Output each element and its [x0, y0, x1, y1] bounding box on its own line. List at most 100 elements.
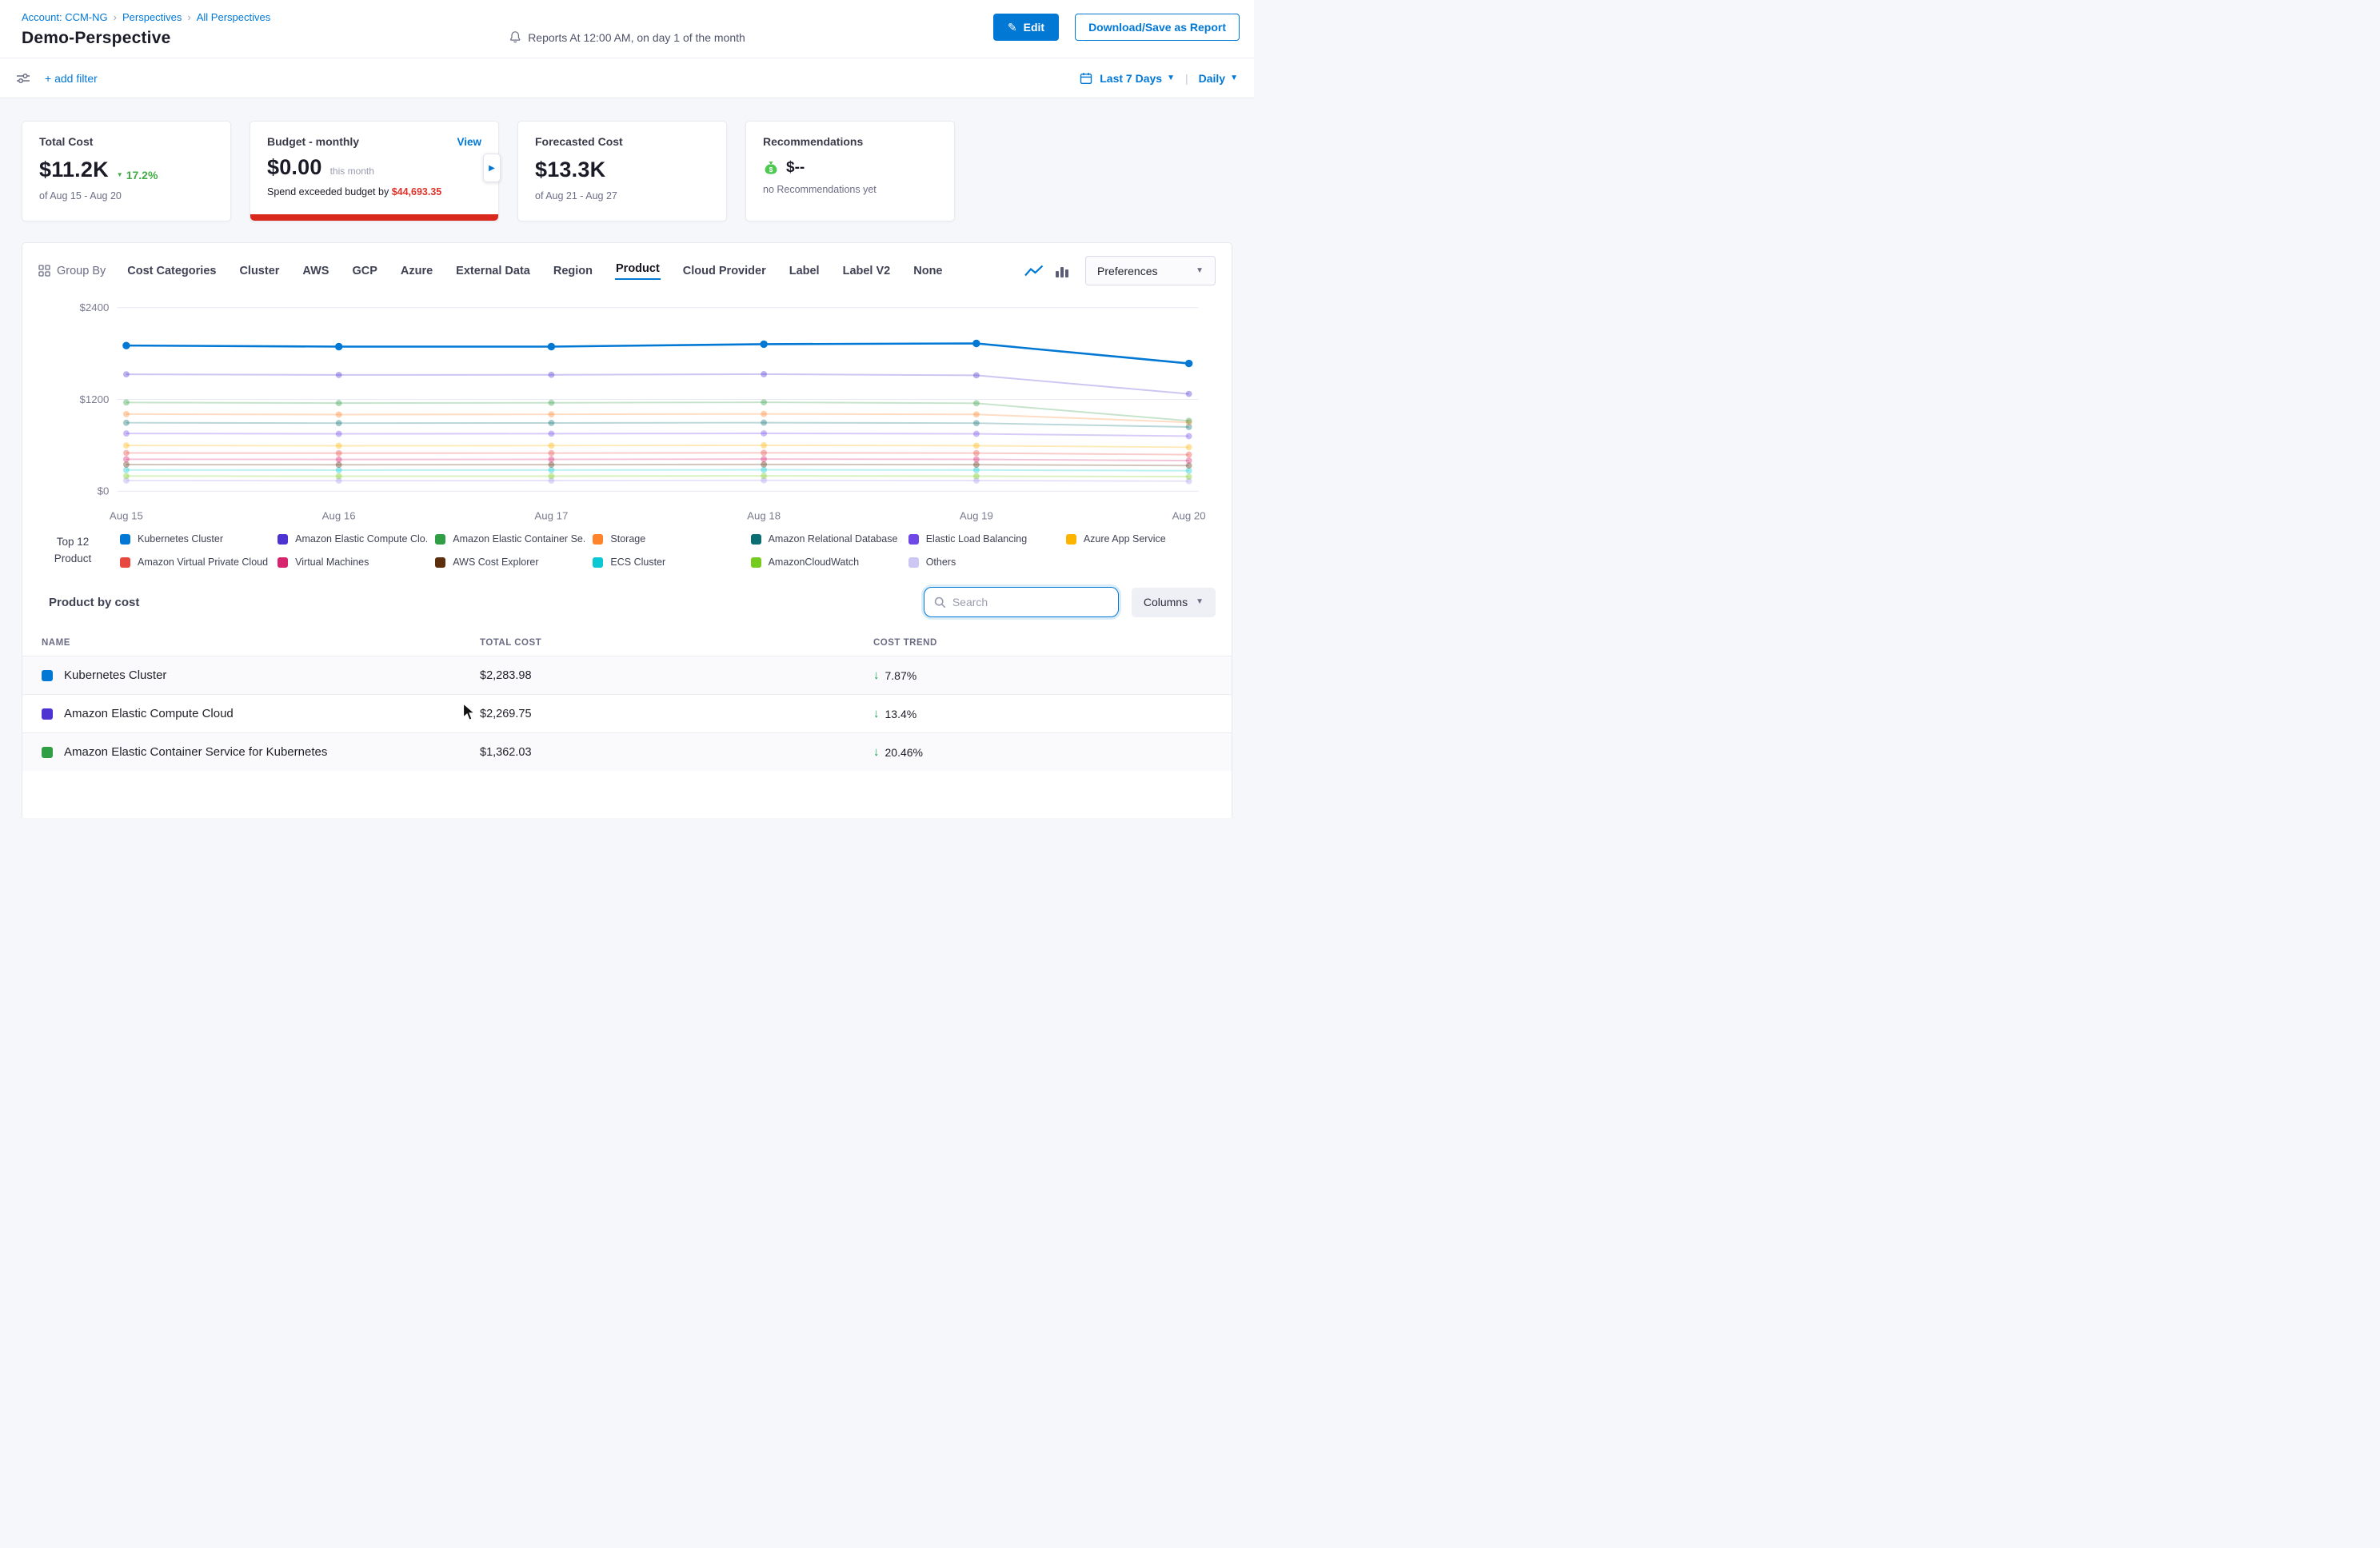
total-cost-value: $2,269.75: [480, 708, 873, 720]
tab-aws[interactable]: AWS: [301, 261, 329, 281]
svg-text:$1200: $1200: [80, 393, 110, 405]
preferences-label: Preferences: [1097, 265, 1157, 277]
header: Account: CCM-NG › Perspectives › All Per…: [0, 0, 1254, 58]
bar-chart-toggle-icon[interactable]: [1055, 264, 1069, 278]
tab-cost-categories[interactable]: Cost Categories: [126, 261, 217, 281]
tab-cluster[interactable]: Cluster: [238, 261, 280, 281]
header-actions: ✎ Edit Download/Save as Report: [993, 14, 1240, 41]
table-row[interactable]: Amazon Elastic Container Service for Kub…: [22, 732, 1232, 771]
search-box: [924, 587, 1119, 617]
tab-external-data[interactable]: External Data: [455, 261, 531, 281]
legend-swatch: [593, 557, 603, 568]
granularity-dropdown[interactable]: Daily ▼: [1199, 72, 1238, 85]
columns-label: Columns: [1144, 596, 1188, 608]
recommendations-value: $--: [786, 159, 805, 177]
recommendations-card: Recommendations $ $-- no Recommendations…: [745, 121, 955, 221]
svg-text:$: $: [769, 166, 773, 174]
tab-gcp[interactable]: GCP: [351, 261, 377, 281]
search-input[interactable]: [952, 596, 1108, 608]
tab-label-v2[interactable]: Label V2: [842, 261, 892, 281]
legend-swatch: [435, 557, 445, 568]
legend-item[interactable]: Kubernetes Cluster: [120, 533, 270, 545]
legend-item[interactable]: Virtual Machines: [278, 557, 427, 568]
breadcrumb-account-link[interactable]: Account: CCM-NG: [22, 11, 108, 23]
column-header-cost-trend[interactable]: COST TREND: [873, 638, 1232, 648]
product-name: Amazon Elastic Container Service for Kub…: [64, 745, 327, 759]
legend-item[interactable]: Others: [908, 557, 1058, 568]
card-title: Forecasted Cost: [535, 135, 709, 148]
chevron-down-icon: ▼: [1196, 598, 1204, 606]
legend-swatch: [593, 534, 603, 545]
columns-button[interactable]: Columns ▼: [1132, 588, 1216, 617]
svg-text:Aug 15: Aug 15: [110, 510, 143, 522]
forecasted-cost-value: $13.3K: [535, 158, 605, 182]
group-by-label: Group By: [38, 265, 106, 277]
legend-item[interactable]: AmazonCloudWatch: [751, 557, 900, 568]
tab-cloud-provider[interactable]: Cloud Provider: [682, 261, 767, 281]
breadcrumb-perspectives-link[interactable]: Perspectives: [122, 11, 182, 23]
legend-item[interactable]: AWS Cost Explorer: [435, 557, 585, 568]
card-title: Recommendations: [763, 135, 937, 148]
table-row[interactable]: Amazon Elastic Compute Cloud$2,269.75↓13…: [22, 694, 1232, 732]
budget-expand-button[interactable]: ▶: [483, 154, 501, 182]
tab-label[interactable]: Label: [789, 261, 821, 281]
legend-label: Kubernetes Cluster: [138, 533, 223, 545]
tab-region[interactable]: Region: [553, 261, 593, 281]
add-filter-button[interactable]: + add filter: [45, 72, 98, 85]
budget-overspend-note: Spend exceeded budget by $44,693.35: [267, 186, 481, 197]
group-by-tabs: Cost Categories Cluster AWS GCP Azure Externa…: [126, 261, 943, 281]
preferences-button[interactable]: Preferences ▼: [1085, 256, 1216, 285]
page: Account: CCM-NG › Perspectives › All Per…: [0, 0, 1254, 818]
legend-label: Elastic Load Balancing: [926, 533, 1027, 545]
legend-item[interactable]: ECS Cluster: [593, 557, 742, 568]
breadcrumb-all-perspectives-link[interactable]: All Perspectives: [197, 11, 270, 23]
legend-item[interactable]: Amazon Relational Database ...: [751, 533, 900, 545]
tab-none[interactable]: None: [912, 261, 943, 281]
legend-item[interactable]: Amazon Elastic Compute Clo...: [278, 533, 427, 545]
legend-swatch: [751, 557, 761, 568]
edit-button[interactable]: ✎ Edit: [993, 14, 1059, 41]
line-chart-toggle-icon[interactable]: [1024, 264, 1044, 278]
svg-text:Aug 17: Aug 17: [534, 510, 568, 522]
table-section-title: Product by cost: [49, 596, 139, 609]
chevron-down-icon: ▼: [1230, 74, 1238, 82]
date-range-dropdown[interactable]: Last 7 Days ▼: [1100, 72, 1175, 85]
row-color-swatch: [42, 708, 53, 720]
column-header-total-cost[interactable]: TOTAL COST: [480, 638, 873, 648]
overspend-amount: $44,693.35: [392, 186, 442, 197]
legend-item[interactable]: Elastic Load Balancing: [908, 533, 1058, 545]
legend-item[interactable]: Azure App Service: [1066, 533, 1216, 545]
svg-text:Aug 20: Aug 20: [1172, 510, 1206, 522]
legend-item[interactable]: Amazon Elastic Container Se...: [435, 533, 585, 545]
group-by-row: Group By Cost Categories Cluster AWS GCP Azu…: [38, 256, 1216, 285]
chevron-down-icon: ▼: [1167, 74, 1175, 82]
table-toolbar: Product by cost Columns ▼: [38, 587, 1216, 617]
table-row[interactable]: Kubernetes Cluster$2,283.98↓7.87%: [22, 656, 1232, 694]
legend-swatch: [120, 557, 130, 568]
pencil-icon: ✎: [1008, 21, 1017, 34]
column-header-name[interactable]: NAME: [42, 638, 480, 648]
budget-progress-bar: [250, 214, 498, 221]
budget-value: $0.00: [267, 155, 322, 180]
svg-text:$0: $0: [98, 485, 110, 497]
cost-line-chart[interactable]: $2400$1200$0Aug 15Aug 16Aug 17Aug 18Aug …: [38, 295, 1216, 532]
legend-item[interactable]: Storage: [593, 533, 742, 545]
trend-value: 13.4%: [885, 708, 917, 720]
filter-sliders-icon[interactable]: [16, 71, 30, 86]
table-body: Kubernetes Cluster$2,283.98↓7.87% Amazon …: [22, 656, 1232, 771]
legend-item[interactable]: Amazon Virtual Private Cloud: [120, 557, 270, 568]
svg-text:Aug 16: Aug 16: [322, 510, 356, 522]
budget-card: Budget - monthly View $0.00 this month S…: [250, 121, 499, 221]
grid-icon: [38, 265, 50, 277]
trend-value: 7.87%: [885, 669, 917, 682]
product-name: Amazon Elastic Compute Cloud: [64, 707, 234, 720]
budget-view-link[interactable]: View: [457, 136, 481, 148]
tab-product[interactable]: Product: [615, 259, 661, 280]
tab-azure[interactable]: Azure: [400, 261, 433, 281]
delta-value: 17.2%: [126, 169, 158, 182]
time-filter-group: Last 7 Days ▼ | Daily ▼: [1080, 72, 1238, 85]
legend-label: AmazonCloudWatch: [769, 557, 859, 568]
table-header: NAMETOTAL COSTCOST TREND: [22, 630, 1232, 656]
legend-swatch: [908, 557, 919, 568]
download-save-report-button[interactable]: Download/Save as Report: [1075, 14, 1240, 41]
